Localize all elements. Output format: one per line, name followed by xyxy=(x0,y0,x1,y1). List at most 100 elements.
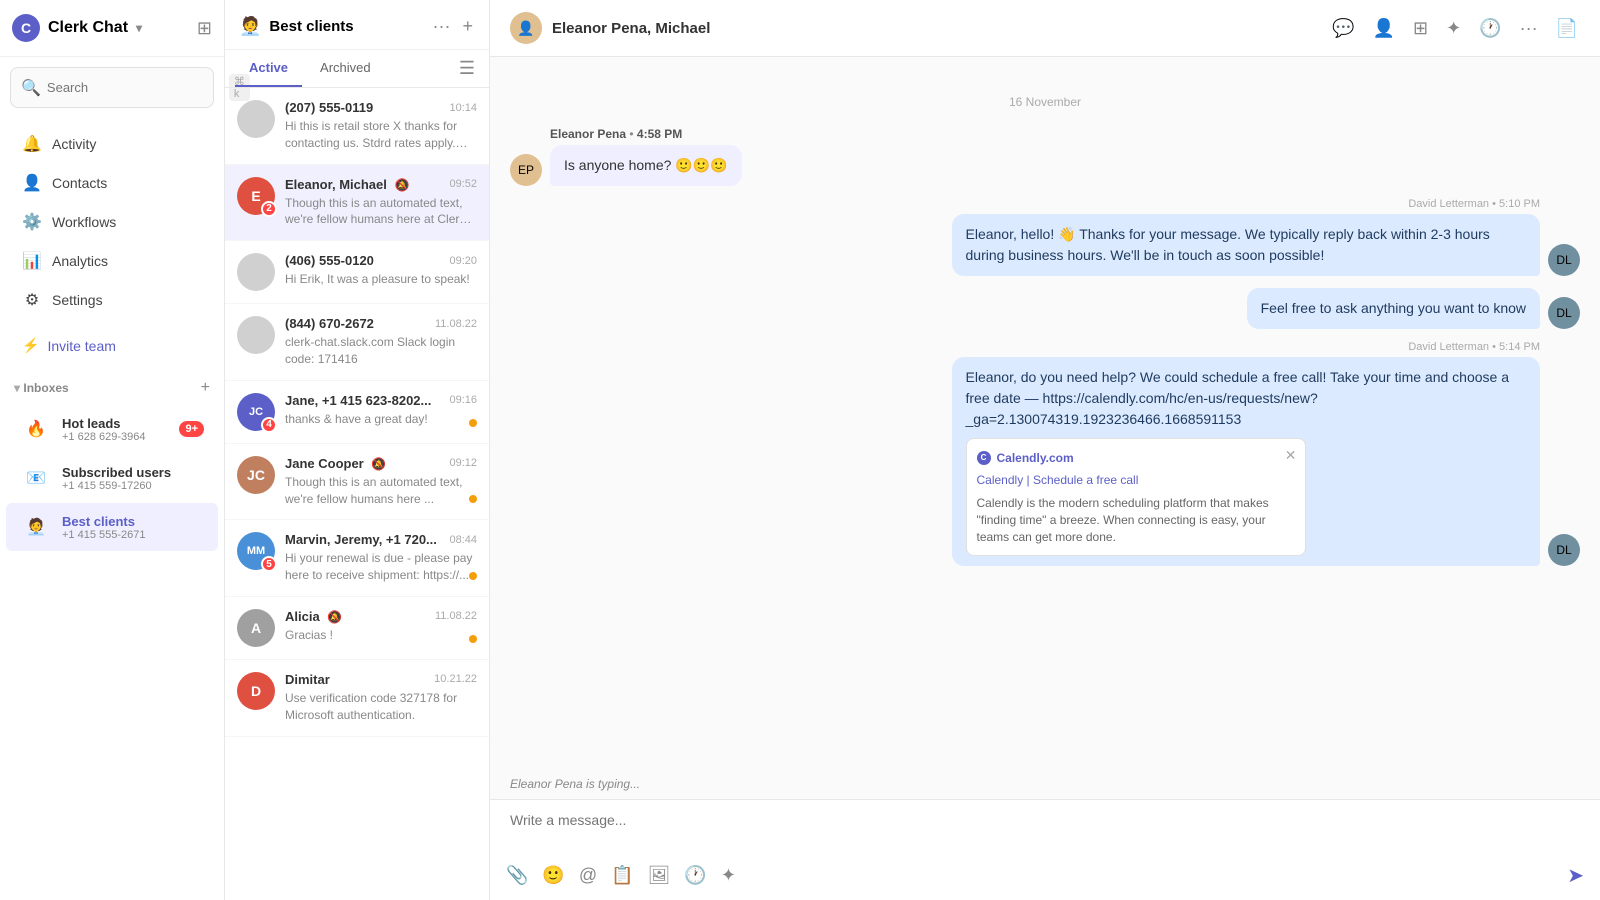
tab-archived[interactable]: Archived xyxy=(306,50,385,87)
conv-item-c9[interactable]: D Dimitar 10.21.22 Use verification code… xyxy=(225,660,489,737)
chat-grid-icon-btn[interactable]: ⊞ xyxy=(1411,16,1430,41)
chat-more-icon-btn[interactable]: ··· xyxy=(1518,16,1540,41)
chat-ai-icon-btn[interactable]: ✦ xyxy=(1444,16,1463,41)
chat-msg-icon-btn[interactable]: 💬 xyxy=(1330,16,1356,41)
conv-item-c1[interactable]: (207) 555-0119 10:14 Hi this is retail s… xyxy=(225,88,489,165)
schedule-btn[interactable]: 🕐 xyxy=(684,865,706,886)
msg-avatar-m2: DL xyxy=(1548,244,1580,276)
conv-avatar-c1 xyxy=(237,100,275,138)
link-preview-site-name: Calendly.com xyxy=(997,449,1074,467)
app-logo[interactable]: C Clerk Chat ▾ xyxy=(12,14,142,42)
conv-mute-c8: 🔕 xyxy=(327,610,342,624)
conv-preview-c4: clerk-chat.slack.com Slack login code: 1… xyxy=(285,334,477,368)
conv-body-c5: Jane, +1 415 623-8202... 09:16 thanks & … xyxy=(285,393,477,428)
conv-add-button[interactable]: + xyxy=(460,14,475,39)
invite-label: Invite team xyxy=(47,338,115,354)
inbox-item-subscribed-users[interactable]: 📧 Subscribed users +1 415 559-17260 xyxy=(6,454,218,502)
chat-user-icon-btn[interactable]: 👤 xyxy=(1371,16,1397,41)
attach-btn[interactable]: 📎 xyxy=(506,865,528,886)
conv-item-c7[interactable]: MM 5 Marvin, Jeremy, +1 720... 08:44 Hi … xyxy=(225,520,489,597)
nav-settings-label: Settings xyxy=(52,292,103,308)
chat-clock-icon-btn[interactable]: 🕐 xyxy=(1477,16,1503,41)
conv-dot-c5 xyxy=(469,419,477,427)
sidebar-item-activity[interactable]: 🔔 Activity xyxy=(6,125,218,163)
link-preview-links[interactable]: Calendly | Schedule a free call xyxy=(977,471,1295,489)
chat-doc-icon-btn[interactable]: 📄 xyxy=(1554,16,1580,41)
conv-preview-c3: Hi Erik, It was a pleasure to speak! xyxy=(285,271,477,288)
conv-preview-c9: Use verification code 327178 for Microso… xyxy=(285,690,477,724)
chat-contact-name: Eleanor Pena, Michael xyxy=(552,20,710,37)
contacts-icon: 👤 xyxy=(22,173,42,193)
tab-active[interactable]: Active xyxy=(235,50,302,87)
inbox-item-hot-leads[interactable]: 🔥 Hot leads +1 628 629-3964 9+ xyxy=(6,405,218,453)
sidebar-item-settings[interactable]: ⚙ Settings xyxy=(6,281,218,319)
conv-avatar-c5: JC 4 xyxy=(237,393,275,431)
link-preview-close-btn[interactable]: ✕ xyxy=(1285,445,1297,466)
sidebar-item-contacts[interactable]: 👤 Contacts xyxy=(6,164,218,202)
conv-name-c5: Jane, +1 415 623-8202... xyxy=(285,393,431,408)
chat-input-box xyxy=(490,800,1600,857)
msg-avatar-m3: DL xyxy=(1548,297,1580,329)
mention-btn[interactable]: @ xyxy=(579,865,597,886)
message-input[interactable] xyxy=(510,812,1580,844)
ai-btn[interactable]: ✦ xyxy=(721,865,736,886)
conv-mute-c6: 🔕 xyxy=(371,457,386,471)
sidebar-item-workflows[interactable]: ⚙️ Workflows xyxy=(6,203,218,241)
conv-body-c8: Alicia 🔕 11.08.22 Gracias ! xyxy=(285,609,477,644)
conv-time-c2: 09:52 xyxy=(449,178,477,190)
conv-preview-c5: thanks & have a great day! xyxy=(285,411,477,428)
conv-avatar-c7: MM 5 xyxy=(237,532,275,570)
template-btn[interactable]: 📋 xyxy=(611,865,633,886)
conv-badge-c5: 4 xyxy=(261,417,277,433)
invite-team-button[interactable]: ⚡ Invite team xyxy=(6,328,218,363)
search-box[interactable]: 🔍 ⌘ k xyxy=(10,67,214,108)
conversation-panel: 🧑‍💼 Best clients ··· + Active Archived ☰… xyxy=(225,0,490,900)
conv-preview-c2: Though this is an automated text, we're … xyxy=(285,195,477,229)
conv-item-c2[interactable]: E 2 Eleanor, Michael 🔕 09:52 Though this… xyxy=(225,165,489,242)
msg-group-m4: David Letterman • 5:14 PM Eleanor, do yo… xyxy=(952,341,1541,566)
chat-input-area: 📎 🙂 @ 📋 🖼 🕐 ✦ ➤ xyxy=(490,799,1600,900)
conv-badge-c7: 5 xyxy=(261,556,277,572)
chat-panel: 👤 Eleanor Pena, Michael 💬 👤 ⊞ ✦ 🕐 ··· 📄 … xyxy=(490,0,1600,900)
conv-item-c5[interactable]: JC 4 Jane, +1 415 623-8202... 09:16 than… xyxy=(225,381,489,444)
msg-sender-m4: David Letterman • 5:14 PM xyxy=(1408,341,1540,353)
conv-avatar-c9: D xyxy=(237,672,275,710)
conv-item-c6[interactable]: JC Jane Cooper 🔕 09:12 Though this is an… xyxy=(225,444,489,521)
conv-name-c4: (844) 670-2672 xyxy=(285,316,374,331)
conv-item-c3[interactable]: (406) 555-0120 09:20 Hi Erik, It was a p… xyxy=(225,241,489,304)
chat-messages: 16 November EP Eleanor Pena • 4:58 PM Is… xyxy=(490,57,1600,769)
msg-sender-m1: Eleanor Pena • 4:58 PM xyxy=(550,127,742,141)
sidebar-item-analytics[interactable]: 📊 Analytics xyxy=(6,242,218,280)
app-name: Clerk Chat xyxy=(48,19,128,37)
hot-leads-name: Hot leads xyxy=(62,416,169,431)
conv-name-c7: Marvin, Jeremy, +1 720... xyxy=(285,532,437,547)
best-clients-info: Best clients +1 415 555-2671 xyxy=(62,514,204,541)
conv-item-c4[interactable]: (844) 670-2672 11.08.22 clerk-chat.slack… xyxy=(225,304,489,381)
emoji-btn[interactable]: 🙂 xyxy=(542,865,564,886)
workflows-icon: ⚙️ xyxy=(22,212,42,232)
chat-header-left: 👤 Eleanor Pena, Michael xyxy=(510,12,710,44)
conv-time-c9: 10.21.22 xyxy=(434,673,477,685)
media-btn[interactable]: 🖼 xyxy=(648,865,671,886)
subscribed-users-avatar: 📧 xyxy=(20,462,52,494)
search-input[interactable] xyxy=(47,80,223,95)
grid-icon[interactable]: ⊞ xyxy=(197,18,212,39)
chat-toolbar: 📎 🙂 @ 📋 🖼 🕐 ✦ ➤ xyxy=(490,857,1600,900)
conv-dot-c8 xyxy=(469,635,477,643)
sidebar: C Clerk Chat ▾ ⊞ 🔍 ⌘ k 🔔 Activity 👤 Cont… xyxy=(0,0,225,900)
conv-item-c8[interactable]: A Alicia 🔕 11.08.22 Gracias ! xyxy=(225,597,489,660)
conv-more-button[interactable]: ··· xyxy=(431,14,453,39)
inboxes-add-button[interactable]: + xyxy=(201,379,210,397)
conv-dot-c7 xyxy=(469,572,477,580)
msg-row-m4: David Letterman • 5:14 PM Eleanor, do yo… xyxy=(510,341,1580,566)
conv-panel-title: 🧑‍💼 Best clients xyxy=(239,16,354,37)
inbox-item-best-clients[interactable]: 🧑‍💼 Best clients +1 415 555-2671 xyxy=(6,503,218,551)
activity-icon: 🔔 xyxy=(22,134,42,154)
send-button[interactable]: ➤ xyxy=(1567,863,1584,888)
link-preview-site: C Calendly.com xyxy=(977,449,1295,467)
conv-time-c1: 10:14 xyxy=(449,102,477,114)
tab-menu-icon[interactable]: ☰ xyxy=(455,54,479,83)
nav-analytics-label: Analytics xyxy=(52,253,108,269)
conv-name-c9: Dimitar xyxy=(285,672,330,687)
conv-time-c3: 09:20 xyxy=(449,255,477,267)
